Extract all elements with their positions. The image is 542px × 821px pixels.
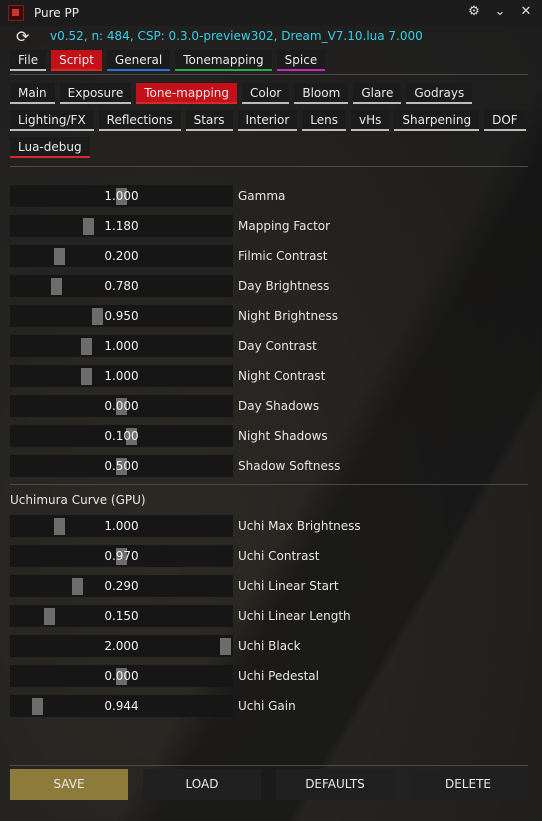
subtab-sharpening[interactable]: Sharpening bbox=[394, 110, 480, 131]
divider bbox=[10, 484, 528, 485]
slider-mapping-factor[interactable]: 1.180 Mapping Factor bbox=[10, 215, 530, 237]
title-bar-controls: ⚙ ⌄ ✕ bbox=[466, 4, 534, 19]
slider-label: Uchi Contrast bbox=[238, 549, 320, 563]
slider-label: Uchi Linear Length bbox=[238, 609, 351, 623]
slider-uchi-linear-start[interactable]: 0.290 Uchi Linear Start bbox=[10, 575, 530, 597]
slider-night-shadows[interactable]: 0.100 Night Shadows bbox=[10, 425, 530, 447]
subtab-main[interactable]: Main bbox=[10, 83, 55, 104]
slider-value: 0.290 bbox=[104, 579, 139, 593]
subtab-dof[interactable]: DOF bbox=[484, 110, 526, 131]
divider bbox=[10, 74, 528, 75]
tab-tonemapping[interactable]: Tonemapping bbox=[175, 50, 272, 71]
divider bbox=[10, 765, 528, 766]
sub-tabs-row-1: Main Exposure Tone-mapping Color Bloom G… bbox=[10, 83, 473, 104]
main-tabs: File Script General Tonemapping Spice bbox=[10, 50, 326, 71]
subtab-exposure[interactable]: Exposure bbox=[59, 83, 132, 104]
slider-value: 0.150 bbox=[104, 609, 139, 623]
slider-gamma[interactable]: 1.000 Gamma bbox=[10, 185, 530, 207]
close-icon[interactable]: ✕ bbox=[518, 4, 534, 19]
slider-value: 1.000 bbox=[104, 519, 139, 533]
divider bbox=[10, 166, 528, 167]
slider-filmic-contrast[interactable]: 0.200 Filmic Contrast bbox=[10, 245, 530, 267]
slider-value: 1.000 bbox=[104, 189, 139, 203]
slider-uchi-pedestal[interactable]: 0.000 Uchi Pedestal bbox=[10, 665, 530, 687]
pure-pp-window: Pure PP ⚙ ⌄ ✕ ⟳ v0.52, n: 484, CSP: 0.3.… bbox=[0, 0, 542, 821]
subtab-reflections[interactable]: Reflections bbox=[98, 110, 181, 131]
subtab-godrays[interactable]: Godrays bbox=[406, 83, 473, 104]
slider-uchi-max-brightness[interactable]: 1.000 Uchi Max Brightness bbox=[10, 515, 530, 537]
tab-general[interactable]: General bbox=[106, 50, 171, 71]
refresh-icon[interactable]: ⟳ bbox=[16, 27, 36, 46]
subtab-interior[interactable]: Interior bbox=[237, 110, 298, 131]
slider-label: Day Contrast bbox=[238, 339, 317, 353]
slider-value: 0.944 bbox=[104, 699, 139, 713]
save-button[interactable]: SAVE bbox=[10, 769, 128, 800]
slider-label: Uchi Black bbox=[238, 639, 301, 653]
section-title-uchimura: Uchimura Curve (GPU) bbox=[10, 493, 146, 507]
slider-label: Uchi Linear Start bbox=[238, 579, 339, 593]
slider-value: 0.000 bbox=[104, 669, 139, 683]
subtab-bloom[interactable]: Bloom bbox=[294, 83, 349, 104]
slider-night-contrast[interactable]: 1.000 Night Contrast bbox=[10, 365, 530, 387]
slider-day-shadows[interactable]: 0.000 Day Shadows bbox=[10, 395, 530, 417]
subtab-glare[interactable]: Glare bbox=[353, 83, 402, 104]
tab-spice[interactable]: Spice bbox=[276, 50, 326, 71]
slider-label: Shadow Softness bbox=[238, 459, 341, 473]
action-buttons: SAVE LOAD DEFAULTS DELETE bbox=[10, 769, 527, 800]
slider-label: Night Brightness bbox=[238, 309, 338, 323]
slider-label: Filmic Contrast bbox=[238, 249, 328, 263]
slider-value: 0.200 bbox=[104, 249, 139, 263]
slider-label: Uchi Max Brightness bbox=[238, 519, 361, 533]
slider-uchi-gain[interactable]: 0.944 Uchi Gain bbox=[10, 695, 530, 717]
slider-value: 2.000 bbox=[104, 639, 139, 653]
subtab-tone-mapping[interactable]: Tone-mapping bbox=[136, 83, 238, 104]
subtab-lens[interactable]: Lens bbox=[302, 110, 347, 131]
slider-value: 0.950 bbox=[104, 309, 139, 323]
version-info: v0.52, n: 484, CSP: 0.3.0-preview302, Dr… bbox=[50, 29, 423, 43]
app-logo-icon bbox=[8, 5, 24, 21]
subtab-stars[interactable]: Stars bbox=[185, 110, 233, 131]
subtab-color[interactable]: Color bbox=[242, 83, 290, 104]
title-bar[interactable]: Pure PP ⚙ ⌄ ✕ bbox=[0, 0, 542, 26]
slider-night-brightness[interactable]: 0.950 Night Brightness bbox=[10, 305, 530, 327]
load-button[interactable]: LOAD bbox=[143, 769, 261, 800]
window-title: Pure PP bbox=[34, 6, 79, 20]
slider-label: Day Brightness bbox=[238, 279, 330, 293]
slider-value: 0.500 bbox=[104, 459, 139, 473]
slider-label: Uchi Pedestal bbox=[238, 669, 319, 683]
slider-label: Gamma bbox=[238, 189, 286, 203]
slider-label: Night Contrast bbox=[238, 369, 326, 383]
sub-tabs-row-2: Lighting/FX Reflections Stars Interior L… bbox=[10, 110, 526, 131]
slider-label: Mapping Factor bbox=[238, 219, 331, 233]
slider-uchi-linear-length[interactable]: 0.150 Uchi Linear Length bbox=[10, 605, 530, 627]
slider-uchi-black[interactable]: 2.000 Uchi Black bbox=[10, 635, 530, 657]
subtab-vhs[interactable]: vHs bbox=[351, 110, 390, 131]
slider-label: Day Shadows bbox=[238, 399, 320, 413]
slider-day-brightness[interactable]: 0.780 Day Brightness bbox=[10, 275, 530, 297]
slider-shadow-softness[interactable]: 0.500 Shadow Softness bbox=[10, 455, 530, 477]
subtab-lighting-fx[interactable]: Lighting/FX bbox=[10, 110, 94, 131]
sub-tabs-row-3: Lua-debug bbox=[10, 137, 90, 158]
slider-value: 0.100 bbox=[104, 429, 139, 443]
subtab-lua-debug[interactable]: Lua-debug bbox=[10, 137, 90, 158]
slider-value: 1.000 bbox=[104, 339, 139, 353]
slider-value: 1.000 bbox=[104, 369, 139, 383]
slider-label: Uchi Gain bbox=[238, 699, 296, 713]
slider-day-contrast[interactable]: 1.000 Day Contrast bbox=[10, 335, 530, 357]
slider-value: 0.000 bbox=[104, 399, 139, 413]
tab-file[interactable]: File bbox=[10, 50, 47, 71]
info-bar: ⟳ v0.52, n: 484, CSP: 0.3.0-preview302, … bbox=[0, 26, 542, 46]
slider-value: 1.180 bbox=[104, 219, 139, 233]
defaults-button[interactable]: DEFAULTS bbox=[276, 769, 394, 800]
slider-uchi-contrast[interactable]: 0.970 Uchi Contrast bbox=[10, 545, 530, 567]
tab-script[interactable]: Script bbox=[51, 50, 102, 71]
slider-value: 0.970 bbox=[104, 549, 139, 563]
delete-button[interactable]: DELETE bbox=[409, 769, 527, 800]
chevron-down-icon[interactable]: ⌄ bbox=[492, 4, 508, 19]
settings-icon[interactable]: ⚙ bbox=[466, 4, 482, 19]
slider-value: 0.780 bbox=[104, 279, 139, 293]
slider-label: Night Shadows bbox=[238, 429, 328, 443]
